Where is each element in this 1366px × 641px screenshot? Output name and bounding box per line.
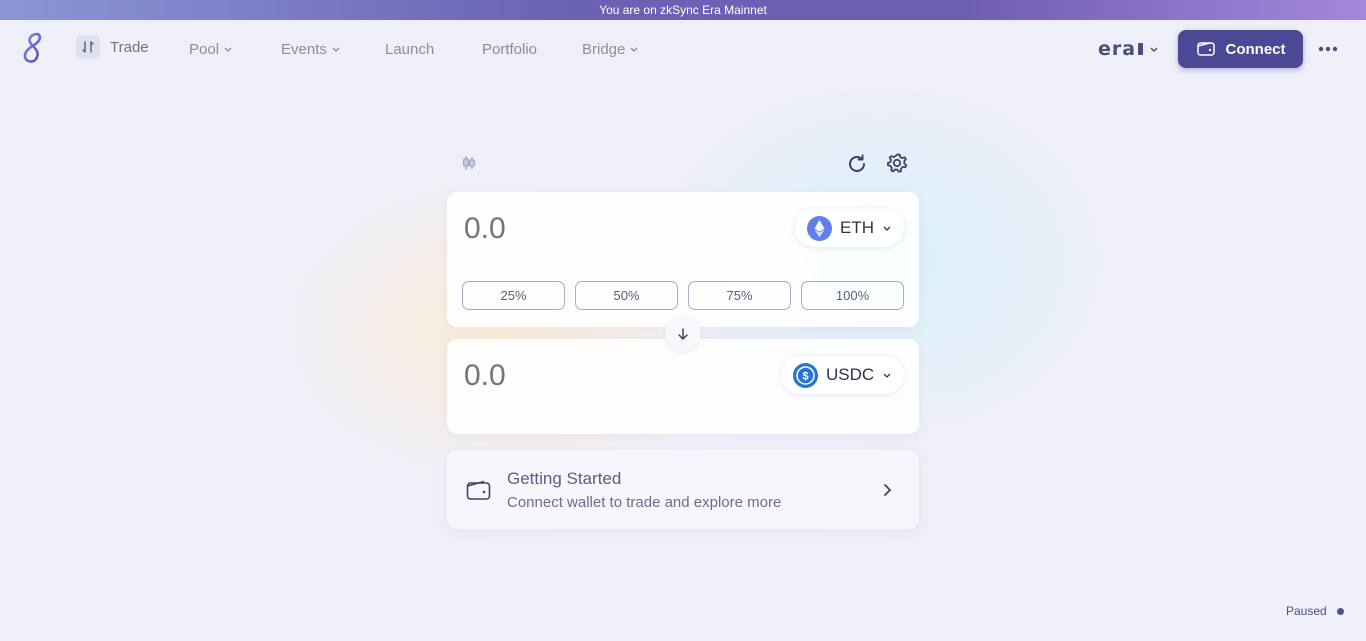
from-amount-input[interactable] [464, 212, 664, 246]
nav-launch-label: Launch [385, 40, 435, 58]
from-token-symbol: ETH [840, 218, 874, 237]
swap-direction-button[interactable] [665, 316, 701, 352]
nav-pool[interactable]: Pool [189, 38, 233, 60]
chevron-down-icon [224, 47, 232, 52]
nav-bridge-label: Bridge [582, 40, 626, 58]
percent-50-button[interactable]: 50% [575, 281, 678, 310]
swap-to-card: $ USDC [447, 339, 919, 434]
trade-icon [76, 35, 100, 59]
from-token-selector[interactable]: ETH [795, 209, 904, 247]
nav-pool-label: Pool [189, 40, 220, 58]
to-token-symbol: USDC [826, 365, 875, 384]
connection-status: Paused [1286, 604, 1344, 618]
network-selector[interactable]: era [1098, 38, 1159, 60]
eth-token-icon [807, 215, 832, 241]
app-logo-icon[interactable] [20, 31, 48, 65]
getting-started-subtitle: Connect wallet to trade and explore more [507, 494, 782, 511]
nav-portfolio-label: Portfolio [482, 40, 538, 58]
to-token-selector[interactable]: $ USDC [781, 356, 905, 394]
connect-button-label: Connect [1225, 40, 1286, 58]
network-name: era [1098, 38, 1137, 60]
percent-100-label: 100% [835, 288, 870, 303]
percent-75-label: 75% [726, 288, 753, 303]
percent-25-label: 25% [500, 288, 527, 303]
wallet-icon [466, 480, 491, 500]
top-navigation: Trade Pool Events Launch Portfolio Bridg… [0, 20, 1366, 78]
chevron-down-icon [1150, 47, 1158, 52]
percent-50-label: 50% [613, 288, 640, 303]
connect-wallet-button[interactable]: Connect [1178, 30, 1303, 68]
percent-25-button[interactable]: 25% [462, 281, 565, 310]
percent-75-button[interactable]: 75% [688, 281, 791, 310]
chevron-down-icon [630, 47, 638, 52]
settings-gear-icon[interactable] [885, 151, 909, 180]
nav-portfolio[interactable]: Portfolio [482, 38, 537, 60]
chart-toggle-icon[interactable] [460, 154, 478, 177]
network-bar-icon [1138, 43, 1144, 55]
svg-text:$: $ [802, 370, 808, 382]
status-label: Paused [1286, 604, 1327, 618]
status-dot-icon [1336, 607, 1344, 615]
network-banner-text: You are on zkSync Era Mainnet [599, 3, 767, 17]
chevron-down-icon [883, 373, 891, 378]
chevron-down-icon [883, 226, 891, 231]
chevron-right-icon [884, 484, 892, 496]
more-options-icon[interactable] [1316, 42, 1340, 56]
nav-launch[interactable]: Launch [385, 38, 434, 60]
wallet-icon [1196, 42, 1215, 56]
percent-100-button[interactable]: 100% [801, 281, 904, 310]
nav-trade-label: Trade [110, 38, 149, 56]
arrow-down-icon [678, 328, 688, 340]
swap-from-card: ETH 25% 50% 75% 100% [447, 192, 919, 327]
usdc-token-icon: $ [793, 362, 818, 388]
nav-trade[interactable]: Trade [76, 35, 149, 59]
to-amount-input[interactable] [464, 359, 664, 393]
nav-events-label: Events [281, 40, 327, 58]
getting-started-title: Getting Started [507, 469, 622, 488]
getting-started-card[interactable]: Getting Started Connect wallet to trade … [447, 450, 919, 529]
nav-bridge[interactable]: Bridge [582, 38, 639, 60]
network-banner: You are on zkSync Era Mainnet [0, 0, 1366, 20]
nav-events[interactable]: Events [281, 38, 341, 60]
chevron-down-icon [332, 47, 340, 52]
refresh-icon[interactable] [846, 153, 868, 180]
